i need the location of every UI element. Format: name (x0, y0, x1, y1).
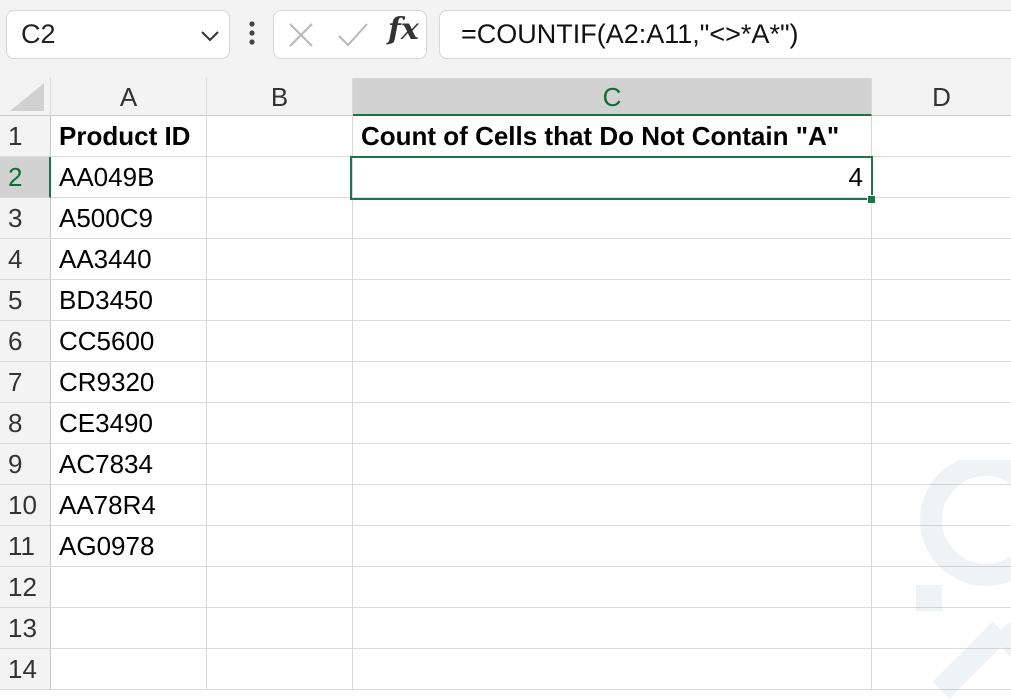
select-all-button[interactable] (0, 78, 51, 116)
cell-b13[interactable] (207, 608, 353, 649)
cell-a12[interactable] (51, 567, 207, 608)
cell-c10[interactable] (353, 485, 872, 526)
row-header-12[interactable]: 12 (0, 567, 51, 608)
cell-b4[interactable] (207, 239, 353, 280)
cell-b7[interactable] (207, 362, 353, 403)
row-header-11[interactable]: 11 (0, 526, 51, 567)
name-box-value: C2 (21, 19, 56, 49)
cell-a3[interactable]: A500C9 (51, 198, 207, 239)
cell-c7[interactable] (353, 362, 872, 403)
active-cell-outline (350, 156, 873, 200)
cell-c11[interactable] (353, 526, 872, 567)
cell-d8[interactable] (872, 403, 1011, 444)
cell-a4[interactable]: AA3440 (51, 239, 207, 280)
row-header-13[interactable]: 13 (0, 608, 51, 649)
cell-b3[interactable] (207, 198, 353, 239)
spreadsheet-window: C2 fx =COUNTIF(A2:A11,"<>*A*") A B C D 1… (0, 0, 1011, 700)
formula-bar: C2 fx =COUNTIF(A2:A11,"<>*A*") (0, 0, 1011, 78)
column-header-c[interactable]: C (353, 78, 872, 116)
cell-d4[interactable] (872, 239, 1011, 280)
cell-a14[interactable] (51, 649, 207, 690)
cell-c4[interactable] (353, 239, 872, 280)
cell-a7[interactable]: CR9320 (51, 362, 207, 403)
cell-c8[interactable] (353, 403, 872, 444)
column-header-a[interactable]: A (51, 78, 207, 116)
cell-b11[interactable] (207, 526, 353, 567)
formula-actions: fx (273, 10, 427, 59)
enter-check-icon[interactable] (336, 20, 370, 50)
row-header-2[interactable]: 2 (0, 157, 51, 198)
fill-handle[interactable] (867, 195, 876, 204)
row-header-6[interactable]: 6 (0, 321, 51, 362)
cancel-icon[interactable] (286, 20, 316, 50)
cell-c1[interactable]: Count of Cells that Do Not Contain "A" (353, 116, 872, 157)
cell-c6[interactable] (353, 321, 872, 362)
cell-d5[interactable] (872, 280, 1011, 321)
row-header-8[interactable]: 8 (0, 403, 51, 444)
cell-d11[interactable] (872, 526, 1011, 567)
cell-b6[interactable] (207, 321, 353, 362)
cell-d2[interactable] (872, 157, 1011, 198)
cell-c5[interactable] (353, 280, 872, 321)
cell-a9[interactable]: AC7834 (51, 444, 207, 485)
cell-d13[interactable] (872, 608, 1011, 649)
cell-d6[interactable] (872, 321, 1011, 362)
cell-d9[interactable] (872, 444, 1011, 485)
select-all-triangle-icon (10, 83, 44, 111)
cell-a1[interactable]: Product ID (51, 116, 207, 157)
cell-b8[interactable] (207, 403, 353, 444)
cell-a6[interactable]: CC5600 (51, 321, 207, 362)
cell-d1[interactable] (872, 116, 1011, 157)
cell-d14[interactable] (872, 649, 1011, 690)
cell-a8[interactable]: CE3490 (51, 403, 207, 444)
cell-b1[interactable] (207, 116, 353, 157)
row-header-5[interactable]: 5 (0, 280, 51, 321)
name-box[interactable]: C2 (6, 10, 230, 59)
cell-a10[interactable]: AA78R4 (51, 485, 207, 526)
row-header-7[interactable]: 7 (0, 362, 51, 403)
cell-c13[interactable] (353, 608, 872, 649)
cell-d3[interactable] (872, 198, 1011, 239)
vertical-ellipsis-icon[interactable] (244, 19, 260, 49)
formula-input[interactable]: =COUNTIF(A2:A11,"<>*A*") (439, 10, 1011, 59)
cell-b9[interactable] (207, 444, 353, 485)
cell-d7[interactable] (872, 362, 1011, 403)
row-header-4[interactable]: 4 (0, 239, 51, 280)
cell-a5[interactable]: BD3450 (51, 280, 207, 321)
cell-c14[interactable] (353, 649, 872, 690)
cell-b10[interactable] (207, 485, 353, 526)
row-header-3[interactable]: 3 (0, 198, 51, 239)
cell-b14[interactable] (207, 649, 353, 690)
cell-c9[interactable] (353, 444, 872, 485)
row-header-10[interactable]: 10 (0, 485, 51, 526)
cell-a2[interactable]: AA049B (51, 157, 207, 198)
column-header-d[interactable]: D (872, 78, 1011, 116)
cell-a11[interactable]: AG0978 (51, 526, 207, 567)
cell-c3[interactable] (353, 198, 872, 239)
insert-function-icon[interactable]: fx (388, 12, 419, 47)
worksheet-grid: A B C D 1 2 3 4 5 6 7 8 9 10 11 12 13 14… (0, 78, 1011, 700)
row-header-9[interactable]: 9 (0, 444, 51, 485)
cell-d12[interactable] (872, 567, 1011, 608)
column-header-b[interactable]: B (207, 78, 353, 116)
formula-text: =COUNTIF(A2:A11,"<>*A*") (461, 19, 799, 49)
cell-a13[interactable] (51, 608, 207, 649)
cell-d10[interactable] (872, 485, 1011, 526)
chevron-down-icon[interactable] (198, 25, 222, 47)
row-header-14[interactable]: 14 (0, 649, 51, 690)
column-header-row: A B C D (0, 78, 1011, 116)
cell-b12[interactable] (207, 567, 353, 608)
row-header-1[interactable]: 1 (0, 116, 51, 157)
cell-b2[interactable] (207, 157, 353, 198)
cell-b5[interactable] (207, 280, 353, 321)
cell-c12[interactable] (353, 567, 872, 608)
